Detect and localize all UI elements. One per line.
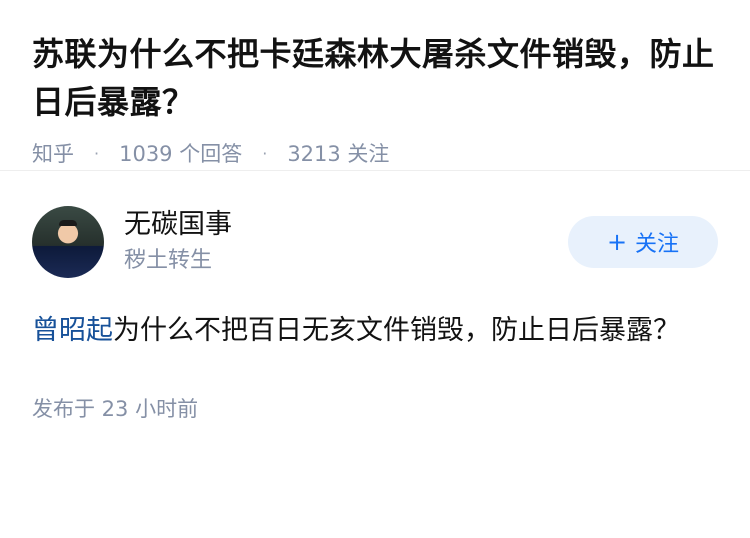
- question-meta: 知乎 · 1039 个回答 · 3213 关注: [32, 138, 718, 168]
- follower-count: 3213 关注: [287, 142, 390, 166]
- author-bio: 秽土转生: [124, 248, 213, 273]
- separator-dot: ·: [262, 143, 268, 163]
- source-label[interactable]: 知乎: [32, 138, 74, 168]
- avatar[interactable]: [32, 206, 104, 278]
- question-title[interactable]: 苏联为什么不把卡廷森林大屠杀文件销毁，防止日后暴露？: [32, 30, 718, 126]
- answer-content: 曾昭起为什么不把百日无亥文件销毁，防止日后暴露？: [0, 307, 750, 355]
- question-header: 苏联为什么不把卡廷森林大屠杀文件销毁，防止日后暴露？ 知乎 · 1039 个回答…: [0, 0, 750, 170]
- answer-text: 为什么不把百日无亥文件销毁，防止日后暴露？: [113, 315, 680, 346]
- author-info: 无碳国事 秽土转生: [124, 207, 568, 277]
- answer-timestamp: 发布于 23 小时前: [32, 397, 199, 421]
- divider: [0, 170, 750, 171]
- follow-label: 关注: [635, 232, 680, 257]
- author-name[interactable]: 无碳国事: [124, 207, 568, 243]
- user-mention-link[interactable]: 曾昭起: [32, 315, 113, 346]
- author-card: 无碳国事 秽土转生 + 关注: [0, 205, 750, 279]
- plus-icon: +: [606, 228, 628, 256]
- answer-count[interactable]: 1039 个回答: [119, 138, 242, 168]
- separator-dot: ·: [94, 143, 100, 163]
- follow-button[interactable]: + 关注: [568, 216, 718, 268]
